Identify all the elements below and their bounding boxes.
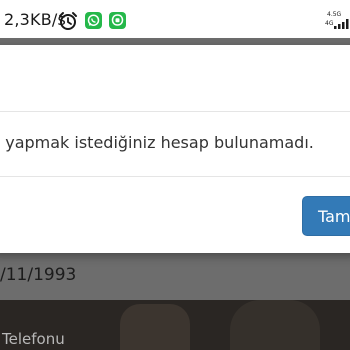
alarm-icon <box>59 12 77 30</box>
dialog-message: n yapmak istediğiniz hesap bulunamadı. <box>0 133 320 152</box>
messenger-icon <box>109 12 126 29</box>
status-bar: 2,3KB/s 4.5G 4G <box>0 0 350 38</box>
dialog-message-text: n yapmak istediğiniz hesap bulunamadı. <box>0 133 314 152</box>
alert-dialog: n yapmak istediğiniz hesap bulunamadı. T… <box>0 45 350 253</box>
network-type-label: 4.5G <box>327 11 342 18</box>
phone-screen: 2,3KB/s 4.5G 4G /11/1993 Telefonu n yapm… <box>0 0 350 350</box>
network-subtype-label: 4G <box>325 20 334 27</box>
whatsapp-icon <box>85 12 102 29</box>
dialog-header <box>0 45 350 112</box>
ok-button[interactable]: Tam <box>302 196 350 236</box>
dialog-body: n yapmak istediğiniz hesap bulunamadı. <box>0 112 350 177</box>
background-date-field: /11/1993 <box>0 265 77 285</box>
signal-icon <box>334 19 349 29</box>
background-phone-label: Telefonu <box>2 330 65 348</box>
network-speed: 2,3KB/s <box>4 10 67 29</box>
dialog-footer: Tam <box>0 177 350 253</box>
